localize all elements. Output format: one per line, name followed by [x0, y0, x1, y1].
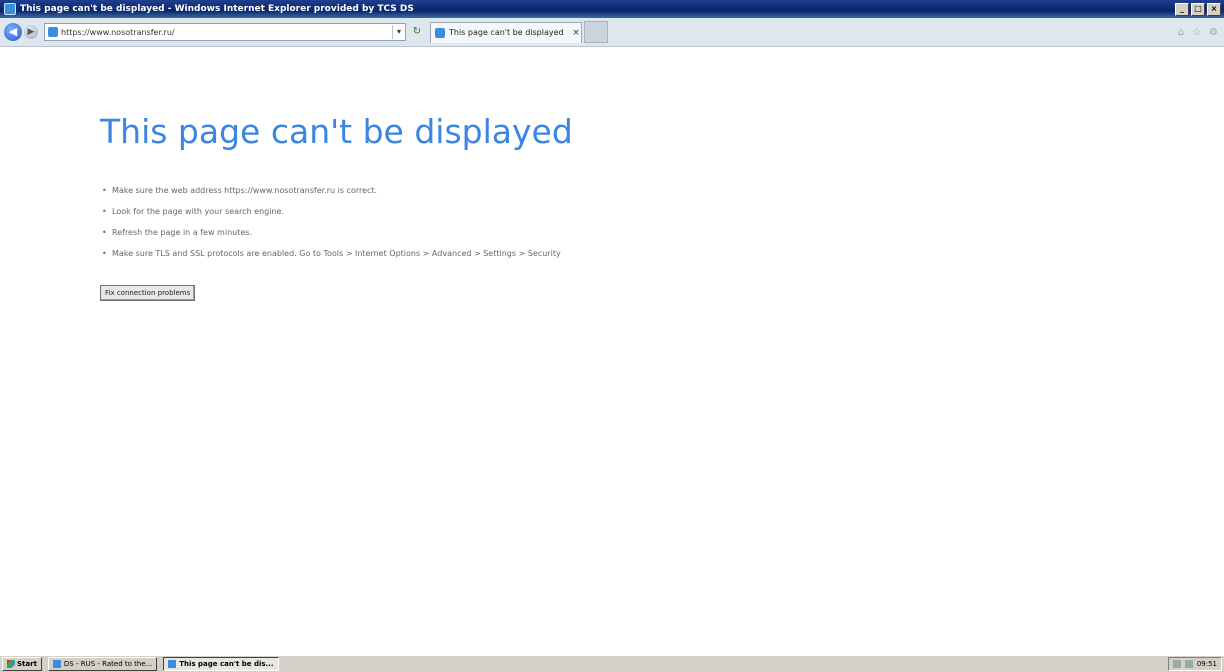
home-icon[interactable]: ⌂ — [1178, 27, 1184, 38]
taskbar-item-label: DS - RUS - Rated to the... — [63, 660, 153, 668]
fix-connection-button[interactable]: Fix connection problems — [100, 285, 196, 301]
suggestion-item: Refresh the page in a few minutes. — [100, 227, 652, 239]
error-page-content: This page can't be displayed Make sure t… — [100, 112, 700, 301]
tab-current[interactable]: This page can't be displayed × — [430, 21, 582, 43]
system-tray: 09:51 — [1167, 657, 1222, 671]
taskbar-item-active[interactable]: This page can't be dis... — [163, 657, 279, 671]
back-button[interactable]: ◀ — [4, 23, 22, 41]
tab-label: This page can't be displayed — [449, 28, 564, 37]
tab-close-button[interactable]: × — [571, 28, 581, 38]
taskbar: Start DS - RUS - Rated to the... This pa… — [0, 655, 1224, 672]
clock[interactable]: 09:51 — [1197, 660, 1217, 668]
windows-flag-icon — [7, 660, 15, 668]
suggestion-list: Make sure the web address https://www.no… — [100, 185, 700, 260]
suggestion-item: Look for the page with your search engin… — [100, 206, 652, 218]
start-button[interactable]: Start — [2, 657, 42, 671]
navigation-bar: ◀ ▶ https://www.nosotransfer.ru/ ▾ ↻ Thi… — [0, 18, 1224, 47]
forward-button[interactable]: ▶ — [24, 25, 38, 39]
address-dropdown-button[interactable]: ▾ — [392, 25, 405, 39]
address-url[interactable]: https://www.nosotransfer.ru/ — [61, 28, 392, 37]
window-title: This page can't be displayed - Windows I… — [20, 4, 414, 14]
minimize-button[interactable]: _ — [1175, 2, 1189, 16]
new-tab-button[interactable] — [584, 21, 608, 43]
ie-icon — [168, 660, 177, 668]
tray-icon[interactable] — [1172, 660, 1181, 668]
start-label: Start — [17, 660, 37, 668]
tab-ie-icon — [435, 27, 445, 38]
taskbar-item-label: This page can't be dis... — [179, 660, 274, 668]
favorites-icon[interactable]: ☆ — [1192, 27, 1201, 38]
close-button[interactable]: × — [1207, 2, 1221, 16]
app-icon — [52, 660, 61, 668]
address-bar[interactable]: https://www.nosotransfer.ru/ ▾ — [44, 23, 406, 41]
maximize-button[interactable]: □ — [1191, 2, 1205, 16]
ie-icon — [4, 3, 16, 15]
site-icon — [48, 27, 58, 37]
taskbar-item[interactable]: DS - RUS - Rated to the... — [47, 657, 158, 671]
tools-icon[interactable]: ⚙ — [1209, 27, 1218, 38]
refresh-button[interactable]: ↻ — [410, 25, 424, 39]
command-icons: ⌂ ☆ ⚙ — [1178, 27, 1218, 38]
page-title: This page can't be displayed — [100, 112, 573, 151]
window-controls: _ □ × — [1175, 2, 1221, 16]
suggestion-item: Make sure TLS and SSL protocols are enab… — [100, 248, 652, 260]
window-title-bar: This page can't be displayed - Windows I… — [0, 0, 1224, 18]
suggestion-item: Make sure the web address https://www.no… — [100, 185, 652, 197]
tray-icon[interactable] — [1184, 660, 1193, 668]
